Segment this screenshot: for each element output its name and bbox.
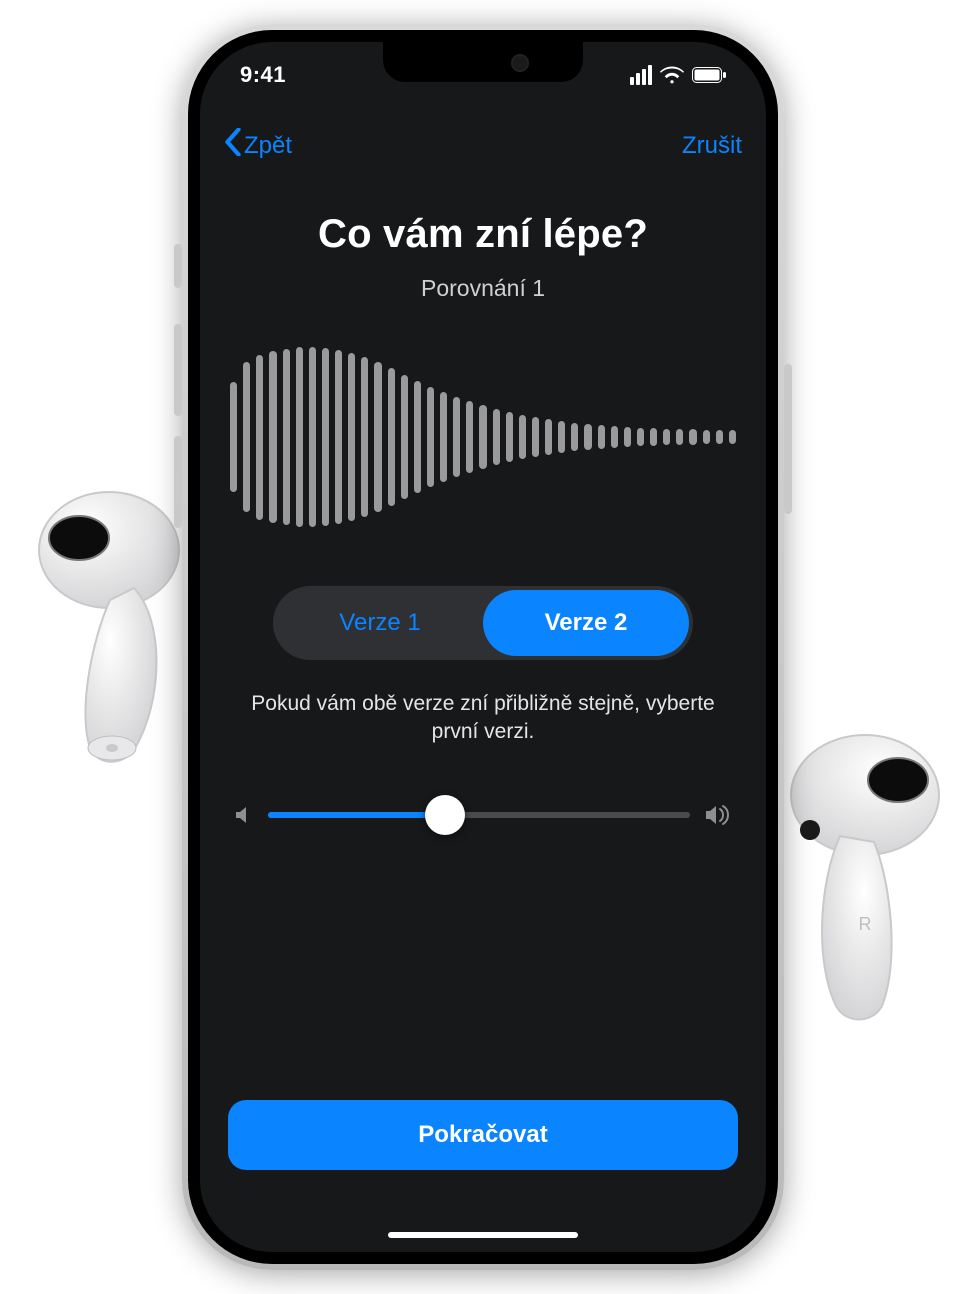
cancel-button[interactable]: Zrušit xyxy=(682,132,742,160)
cellular-signal-icon xyxy=(630,65,652,85)
hint-text: Pokud vám obě verze zní přibližně stejně… xyxy=(228,690,738,747)
page-title: Co vám zní lépe? xyxy=(228,212,738,257)
volume-high-icon xyxy=(704,803,732,827)
version-2-button[interactable]: Verze 2 xyxy=(483,590,689,656)
airpod-right-icon: R xyxy=(770,730,960,1030)
power-hw-button xyxy=(784,364,792,514)
volume-down-hw-button xyxy=(174,436,182,528)
waveform-visualization xyxy=(228,342,738,532)
version-1-button[interactable]: Verze 1 xyxy=(277,590,483,656)
airpod-left-icon xyxy=(14,490,194,770)
status-time: 9:41 xyxy=(240,62,286,88)
mute-switch xyxy=(174,244,182,288)
volume-up-hw-button xyxy=(174,324,182,416)
slider-thumb[interactable] xyxy=(425,795,465,835)
chevron-left-icon xyxy=(224,128,242,163)
home-indicator[interactable] xyxy=(388,1232,578,1238)
wifi-icon xyxy=(660,66,684,84)
continue-button[interactable]: Pokračovat xyxy=(228,1100,738,1170)
iphone-device-frame: 9:41 xyxy=(182,24,784,1270)
back-button[interactable]: Zpět xyxy=(224,128,292,163)
battery-icon xyxy=(692,67,726,83)
version-segmented-control: Verze 1 Verze 2 xyxy=(273,586,693,660)
volume-low-icon xyxy=(234,804,254,826)
notch xyxy=(383,42,583,82)
back-label: Zpět xyxy=(244,132,292,160)
airpod-right-label: R xyxy=(859,914,872,934)
volume-slider[interactable] xyxy=(268,795,690,835)
comparison-label: Porovnání 1 xyxy=(228,275,738,302)
screen: 9:41 xyxy=(200,42,766,1252)
nav-bar: Zpět Zrušit xyxy=(200,128,766,163)
